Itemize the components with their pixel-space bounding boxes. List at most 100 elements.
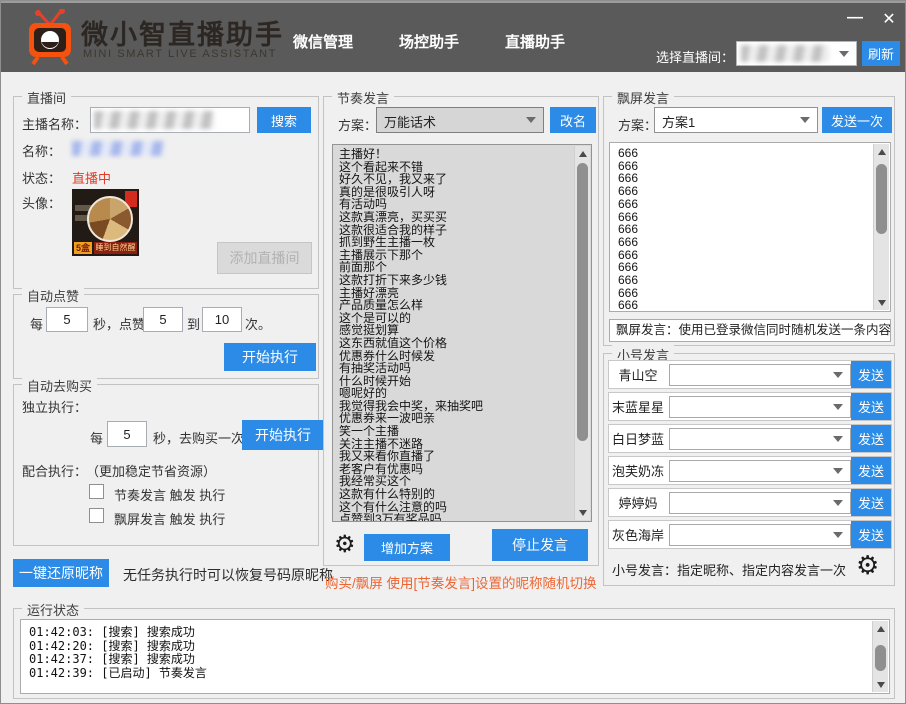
alt-account-content-dropdown[interactable] [669, 460, 851, 482]
rename-button[interactable]: 改名 [550, 107, 596, 133]
rhythm-message[interactable]: 什么时候开始 [339, 375, 568, 388]
alt-account-send-button[interactable]: 发送 [851, 457, 891, 484]
rhythm-trigger-checkbox[interactable] [89, 484, 104, 499]
rhythm-message[interactable]: 优惠券来一波吧亲 [339, 412, 568, 425]
rhythm-message[interactable]: 这款真漂亮，买买买 [339, 211, 568, 224]
rhythm-message[interactable]: 好久不见，我又来了 [339, 173, 568, 186]
float-message[interactable]: 666 [618, 249, 865, 262]
room-select-dropdown[interactable] [736, 41, 857, 66]
like-min-input[interactable] [143, 307, 183, 332]
alt-account-content-dropdown[interactable] [669, 428, 851, 450]
rhythm-message[interactable]: 产品质量怎么样 [339, 299, 568, 312]
float-message[interactable]: 666 [618, 261, 865, 274]
float-message[interactable]: 666 [618, 274, 865, 287]
alt-account-send-button[interactable]: 发送 [851, 489, 891, 516]
float-message[interactable]: 666 [618, 223, 865, 236]
add-room-button[interactable]: 添加直播间 [217, 242, 312, 274]
rhythm-message[interactable]: 点赞到3万有奖品吗 [339, 513, 568, 521]
rhythm-message[interactable]: 前面那个 [339, 261, 568, 274]
send-once-button[interactable]: 发送一次 [822, 107, 892, 133]
restore-nickname-button[interactable]: 一键还原昵称 [13, 559, 109, 587]
restore-nickname-hint: 无任务执行时可以恢复号码原昵称 [123, 565, 333, 585]
rhythm-message[interactable]: 我又来看你直播了 [339, 450, 568, 463]
alt-settings-gear-icon[interactable]: ⚙ [856, 552, 879, 578]
float-plan-dropdown[interactable]: 方案1 [654, 107, 818, 133]
float-message[interactable]: 666 [618, 211, 865, 224]
rhythm-message[interactable]: 有活动吗 [339, 198, 568, 211]
float-message[interactable]: 666 [618, 147, 865, 160]
minimize-button[interactable]: — [844, 7, 866, 29]
rhythm-message[interactable]: 这个有什么注意的吗 [339, 501, 568, 514]
rhythm-message[interactable]: 我觉得我会中奖，来抽奖吧 [339, 400, 568, 413]
rhythm-message[interactable]: 这款有什么特别的 [339, 488, 568, 501]
like-max-input[interactable] [202, 307, 242, 332]
rhythm-message[interactable]: 有抽奖活动吗 [339, 362, 568, 375]
rhythm-message[interactable]: 我经常买这个 [339, 475, 568, 488]
alt-account-content-dropdown[interactable] [669, 364, 851, 386]
anchor-name-redacted-value [94, 111, 214, 129]
add-plan-button[interactable]: 增加方案 [364, 534, 450, 561]
rhythm-message[interactable]: 主播好！ [339, 148, 568, 161]
rhythm-message[interactable]: 优惠券什么时候发 [339, 350, 568, 363]
auto-buy-start-button[interactable]: 开始执行 [242, 420, 324, 450]
alt-account-row: 灰色海岸 发送 [608, 520, 892, 549]
refresh-button[interactable]: 刷新 [862, 41, 900, 66]
scroll-up-icon[interactable] [575, 146, 590, 161]
rhythm-message[interactable]: 笑一个主播 [339, 425, 568, 438]
float-message[interactable]: 666 [618, 185, 865, 198]
rhythm-plan-dropdown[interactable]: 万能话术 [376, 107, 544, 133]
stop-speaking-button[interactable]: 停止发言 [492, 529, 588, 561]
rhythm-message[interactable]: 嗯呢好的 [339, 387, 568, 400]
rhythm-message[interactable]: 主播好漂亮 [339, 287, 568, 300]
nav-live-assistant[interactable]: 直播助手 [505, 31, 565, 52]
scrollbar-thumb[interactable] [875, 645, 886, 671]
like-interval-input[interactable] [46, 307, 88, 332]
rhythm-message[interactable]: 真的是很吸引人呀 [339, 186, 568, 199]
nav-scene-assistant[interactable]: 场控助手 [399, 31, 459, 52]
float-message[interactable]: 666 [618, 287, 865, 300]
scroll-down-icon[interactable] [873, 677, 888, 692]
run-status-title: 运行状态 [22, 600, 84, 619]
rhythm-message-list: 主播好！ 这个看起来不错 好久不见，我又来了 真的是很吸引人呀 有活动吗 这款真… [332, 144, 592, 522]
rhythm-message[interactable]: 主播展示下那个 [339, 249, 568, 262]
alt-account-send-button[interactable]: 发送 [851, 521, 891, 548]
auto-like-seg-like: 秒，点赞 [93, 314, 145, 333]
rhythm-message[interactable]: 关注主播不迷路 [339, 438, 568, 451]
float-message[interactable]: 666 [618, 160, 865, 173]
log-scrollbar[interactable] [872, 621, 888, 692]
float-message[interactable]: 666 [618, 198, 865, 211]
rhythm-message[interactable]: 这款打折下来多少钱 [339, 274, 568, 287]
rhythm-message[interactable]: 这个看起来不错 [339, 161, 568, 174]
search-button[interactable]: 搜索 [257, 107, 311, 133]
auto-like-start-button[interactable]: 开始执行 [224, 343, 316, 371]
nav-wechat-manage[interactable]: 微信管理 [293, 31, 353, 52]
alt-account-content-dropdown[interactable] [669, 396, 851, 418]
anchor-name-input[interactable] [90, 107, 250, 133]
rhythm-message[interactable]: 抓到野生主播一枚 [339, 236, 568, 249]
float-message[interactable]: 666 [618, 236, 865, 249]
scroll-down-icon[interactable] [575, 505, 590, 520]
scroll-up-icon[interactable] [873, 621, 888, 636]
rhythm-message[interactable]: 这个是可以的 [339, 312, 568, 325]
alt-account-send-button[interactable]: 发送 [851, 425, 891, 452]
rhythm-settings-gear-icon[interactable]: ⚙ [334, 533, 356, 557]
buy-interval-input[interactable] [107, 421, 147, 447]
alt-account-content-dropdown[interactable] [669, 492, 851, 514]
alt-account-send-button[interactable]: 发送 [851, 393, 891, 420]
rhythm-message[interactable]: 老客户有优惠吗 [339, 463, 568, 476]
float-message[interactable]: 666 [618, 172, 865, 185]
alt-account-send-button[interactable]: 发送 [851, 361, 891, 388]
close-button[interactable]: ✕ [878, 9, 900, 31]
scroll-up-icon[interactable] [874, 144, 889, 159]
float-message[interactable]: 666 [618, 299, 865, 311]
scrollbar-thumb[interactable] [876, 164, 887, 234]
rhythm-message[interactable]: 这款很适合我的样子 [339, 224, 568, 237]
float-list-scrollbar[interactable] [873, 144, 889, 310]
rhythm-message[interactable]: 这东西就值这个价格 [339, 337, 568, 350]
rhythm-list-scrollbar[interactable] [574, 146, 590, 520]
float-trigger-checkbox[interactable] [89, 508, 104, 523]
rhythm-message[interactable]: 感觉挺划算 [339, 324, 568, 337]
scrollbar-thumb[interactable] [577, 163, 588, 441]
alt-account-content-dropdown[interactable] [669, 524, 851, 546]
scroll-down-icon[interactable] [874, 295, 889, 310]
